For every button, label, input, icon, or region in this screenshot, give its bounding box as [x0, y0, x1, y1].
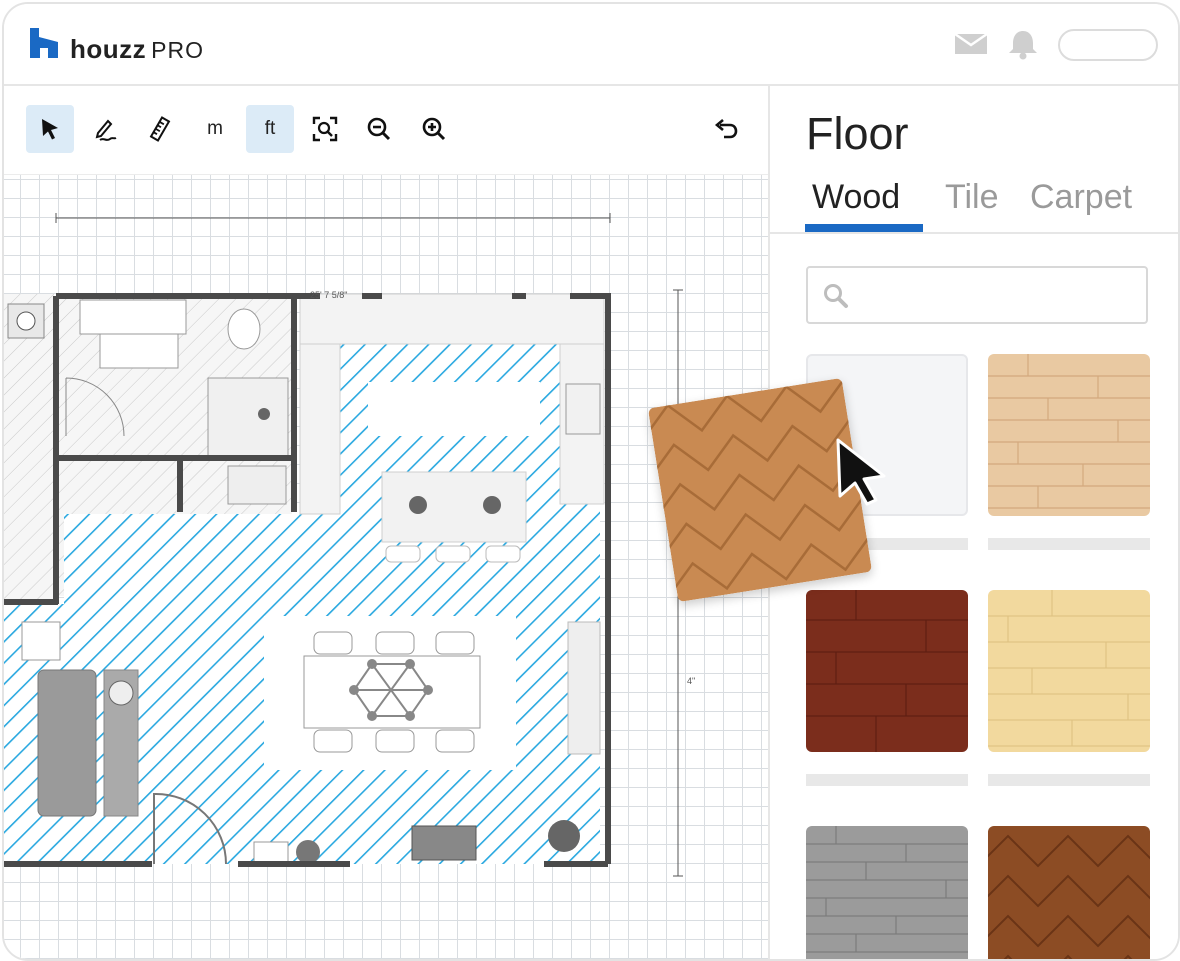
- undo-icon: [714, 119, 738, 139]
- swatch-label-placeholder: [988, 538, 1150, 550]
- ruler-icon: [149, 116, 171, 142]
- mahogany-texture: [806, 590, 968, 752]
- swatch-grey-wash[interactable]: [806, 826, 968, 959]
- unit-feet-button[interactable]: ft: [246, 105, 294, 153]
- width-dimension-label: 25' 7 5/8": [310, 290, 348, 300]
- swatch-label-placeholder: [806, 774, 968, 786]
- unit-feet-label: ft: [264, 118, 276, 139]
- measure-tool-button[interactable]: [136, 105, 184, 153]
- pointer-icon: [42, 119, 58, 140]
- search-icon: [824, 284, 848, 308]
- houzz-logo-icon[interactable]: [30, 28, 58, 58]
- swatch-mahogany[interactable]: [806, 590, 968, 752]
- draw-tool-button[interactable]: [82, 105, 130, 153]
- mail-icon[interactable]: [954, 32, 988, 56]
- swatch-walnut-herringbone[interactable]: [988, 826, 1150, 959]
- panel-title: Floor: [806, 108, 909, 159]
- undo-button[interactable]: [702, 105, 750, 153]
- brand-name: houzz PRO: [70, 34, 204, 64]
- floor-plan: [4, 213, 683, 877]
- drawing-toolbar: m ft: [4, 86, 768, 175]
- zoom-fit-button[interactable]: [301, 105, 349, 153]
- pen-icon: [95, 119, 117, 141]
- tab-tile[interactable]: Tile: [945, 178, 999, 217]
- swatch-light-oak[interactable]: [988, 354, 1150, 516]
- zoom-out-button[interactable]: [355, 105, 403, 153]
- swatch-label-placeholder: [988, 774, 1150, 786]
- material-search[interactable]: [806, 266, 1148, 324]
- zoom-in-icon: [422, 117, 446, 141]
- swatch-maple[interactable]: [988, 590, 1150, 752]
- mouse-cursor-icon: [836, 438, 886, 506]
- grey-wash-texture: [806, 826, 968, 959]
- floorplan-canvas[interactable]: m ft 25' 7 5/8" 4": [4, 86, 768, 959]
- tab-wood[interactable]: Wood: [812, 178, 900, 217]
- bell-icon[interactable]: [1006, 28, 1040, 60]
- unit-meters-button[interactable]: m: [191, 105, 239, 153]
- zoom-in-button[interactable]: [410, 105, 458, 153]
- zoom-out-icon: [367, 117, 391, 141]
- walnut-herringbone-texture: [988, 826, 1150, 959]
- account-menu-button[interactable]: [1058, 29, 1158, 61]
- tab-divider: [770, 232, 1178, 234]
- height-dimension-label: 4": [687, 676, 696, 686]
- top-bar: houzz PRO: [4, 4, 1178, 86]
- maple-texture: [988, 590, 1150, 752]
- zoom-fit-icon: [312, 116, 338, 142]
- select-tool-button[interactable]: [26, 105, 74, 153]
- tab-carpet[interactable]: Carpet: [1030, 178, 1132, 217]
- search-input[interactable]: [860, 278, 1134, 312]
- app-window: houzz PRO m ft 25' 7 5/8" 4" Floor Wood …: [2, 2, 1180, 961]
- light-oak-texture: [988, 354, 1150, 516]
- active-tab-indicator: [805, 224, 923, 232]
- unit-meters-label: m: [207, 118, 223, 139]
